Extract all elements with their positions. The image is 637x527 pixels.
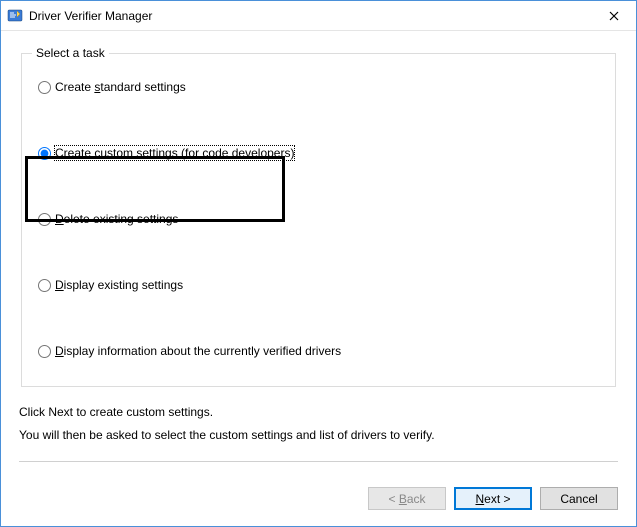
- close-button[interactable]: [591, 1, 636, 31]
- radio-label-standard: Create standard settings: [55, 80, 186, 94]
- cancel-button[interactable]: Cancel: [540, 487, 618, 510]
- radio-input-standard[interactable]: [38, 81, 51, 94]
- radio-label-delete: Delete existing settings: [55, 212, 178, 226]
- radio-input-display[interactable]: [38, 279, 51, 292]
- dialog-window: Driver Verifier Manager Select a task Cr…: [0, 0, 637, 527]
- back-button: < Back: [368, 487, 446, 510]
- radio-delete[interactable]: Delete existing settings: [38, 210, 599, 228]
- radio-input-info[interactable]: [38, 345, 51, 358]
- radio-label-display: Display existing settings: [55, 278, 183, 292]
- radio-input-delete[interactable]: [38, 213, 51, 226]
- radio-create-standard[interactable]: Create standard settings: [38, 78, 599, 96]
- close-icon: [609, 11, 619, 21]
- instruction-area: Click Next to create custom settings. Yo…: [19, 401, 618, 447]
- radio-create-custom[interactable]: Create custom settings (for code develop…: [38, 144, 599, 162]
- task-groupbox: Select a task Create standard settings C…: [21, 53, 616, 387]
- radio-input-custom[interactable]: [38, 147, 51, 160]
- separator: [19, 461, 618, 462]
- app-icon: [7, 8, 23, 24]
- window-title: Driver Verifier Manager: [29, 9, 591, 23]
- radio-display[interactable]: Display existing settings: [38, 276, 599, 294]
- next-button[interactable]: Next >: [454, 487, 532, 510]
- dialog-body: Select a task Create standard settings C…: [1, 31, 636, 475]
- wizard-button-row: < Back Next > Cancel: [1, 475, 636, 526]
- radio-label-custom: Create custom settings (for code develop…: [55, 146, 294, 160]
- radio-info[interactable]: Display information about the currently …: [38, 342, 599, 360]
- radio-label-info: Display information about the currently …: [55, 344, 341, 358]
- groupbox-legend: Select a task: [32, 46, 109, 60]
- titlebar: Driver Verifier Manager: [1, 1, 636, 31]
- instruction-line-1: Click Next to create custom settings.: [19, 401, 618, 424]
- instruction-line-2: You will then be asked to select the cus…: [19, 424, 618, 447]
